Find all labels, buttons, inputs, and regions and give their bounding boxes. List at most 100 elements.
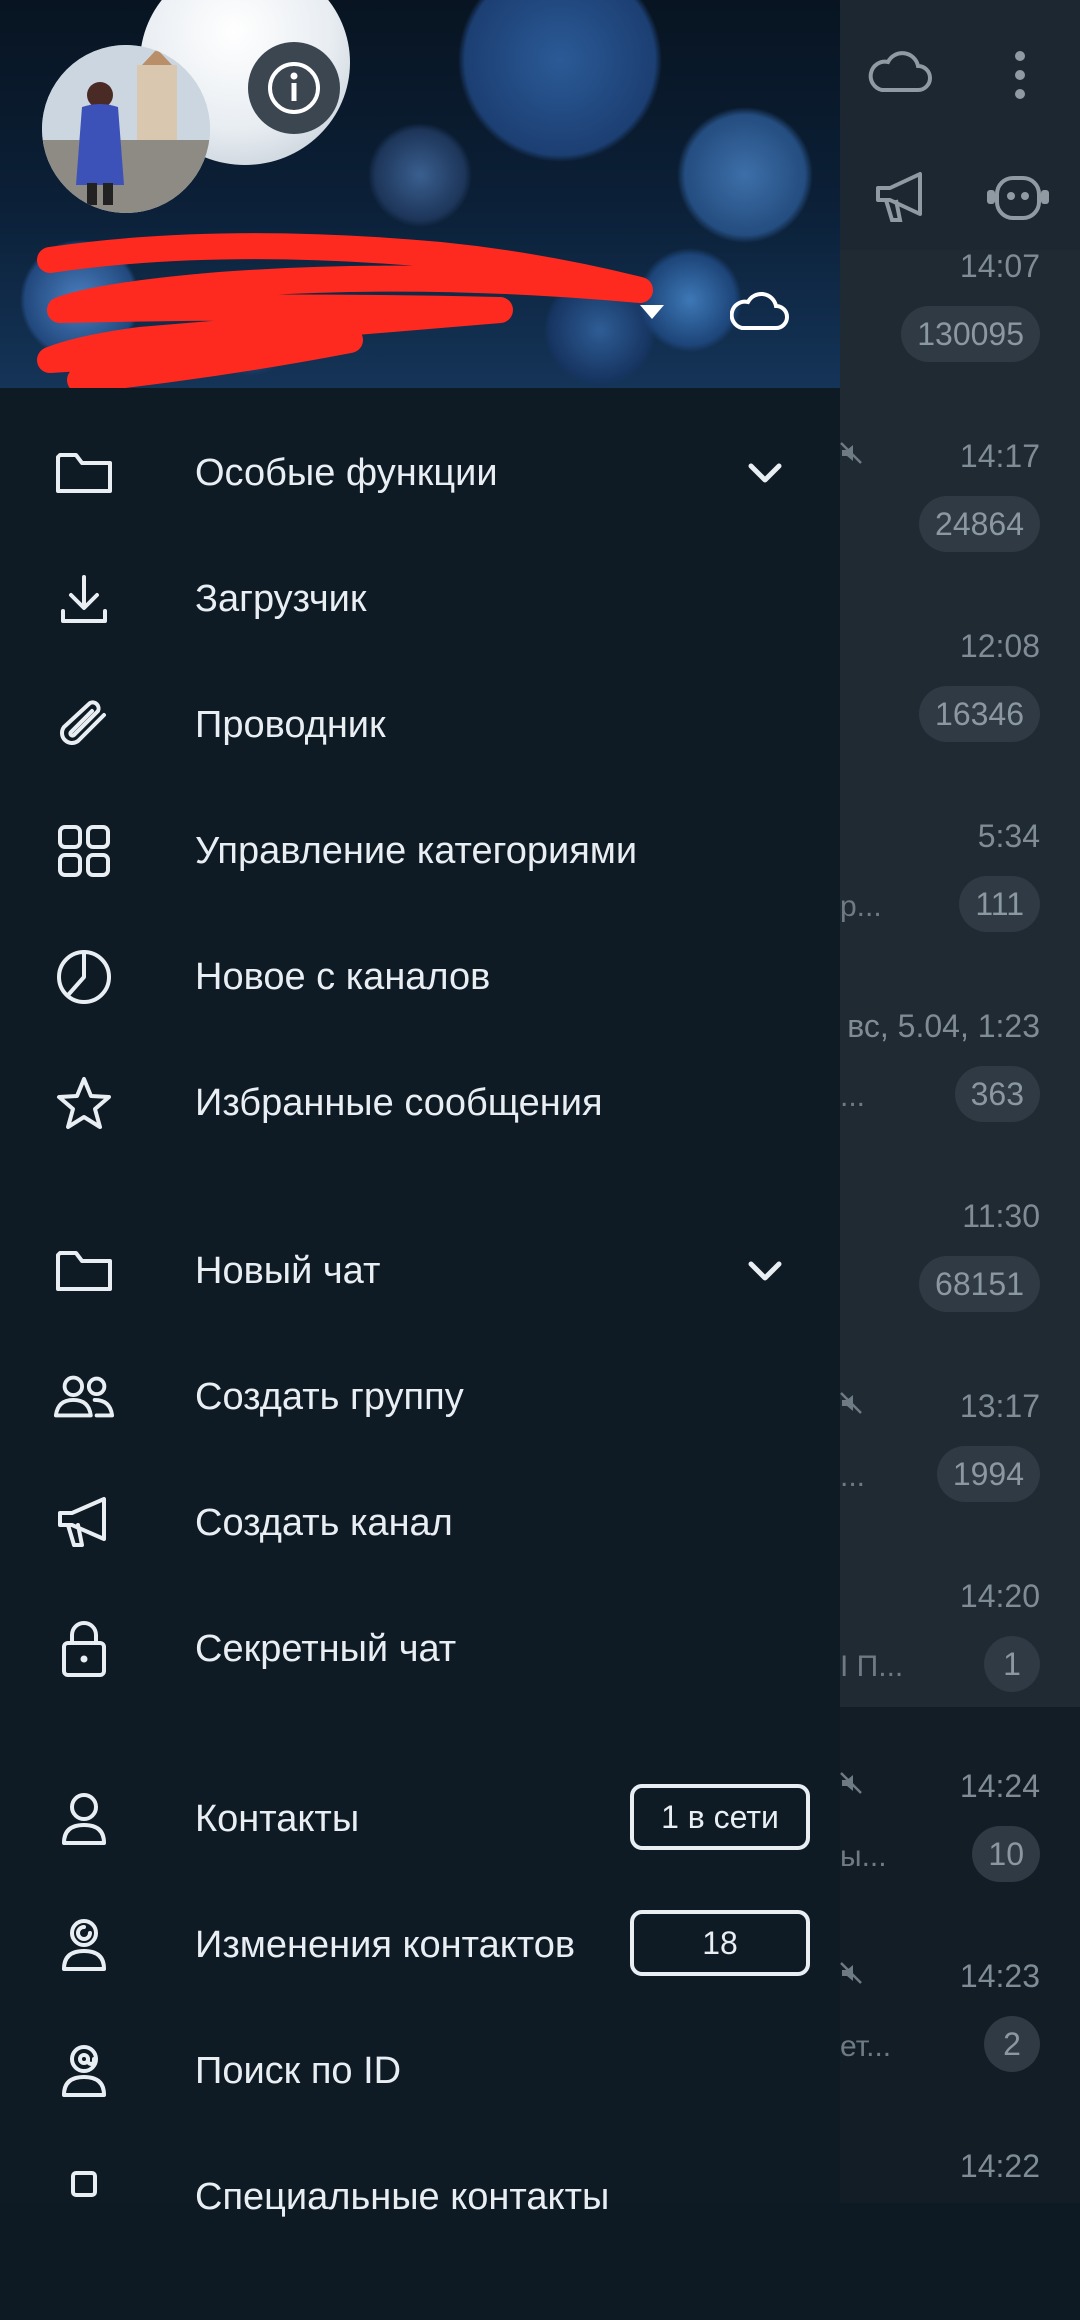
unread-badge: 111 [959, 876, 1040, 932]
chat-time: 12:08 [959, 628, 1040, 664]
menu-item-person-group3[interactable]: Контакты 1 в сети [0, 1756, 840, 1882]
menu-item-download-group1[interactable]: Загрузчик [0, 536, 840, 662]
paperclip-icon [52, 695, 116, 755]
menu-item-label: Изменения контактов [195, 1924, 576, 1966]
count-badge: 1 в сети [630, 1784, 810, 1850]
chat-time: 14:24 [959, 1768, 1040, 1804]
cloud-icon[interactable] [868, 50, 932, 98]
menu-item-label: Контакты [195, 1798, 360, 1840]
chat-time: 14:23 [959, 1958, 1040, 1994]
menu-item-grid-group1[interactable]: Управление категориями [0, 788, 840, 914]
menu-item-special-contact-group3[interactable]: Специальные контакты [0, 2134, 840, 2260]
menu-item-person-change-group3[interactable]: Изменения контактов 18 [0, 1882, 840, 2008]
group-icon [52, 1367, 116, 1427]
unread-badge: 68151 [919, 1256, 1040, 1312]
menu-item-label: Загрузчик [195, 578, 367, 620]
bot-icon[interactable] [985, 168, 1051, 226]
menu-item-lock-group2[interactable]: Секретный чат [0, 1586, 840, 1712]
unread-badge: 130095 [901, 306, 1040, 362]
lock-icon [52, 1619, 116, 1679]
menu-item-group-group2[interactable]: Создать группу [0, 1334, 840, 1460]
navigation-drawer: Особые функции Загрузчик Проводник Управлен… [0, 0, 840, 2218]
clock-icon [52, 947, 116, 1007]
menu-item-clock-group1[interactable]: Новое с каналов [0, 914, 840, 1040]
chat-row[interactable]: вс, 5.04, 1:23... 363 [840, 990, 1050, 1180]
chat-time: 13:17 [959, 1388, 1040, 1424]
chat-snippet: ы... [840, 1840, 887, 1873]
menu-item-label: Создать канал [195, 1502, 453, 1544]
chat-row[interactable]: 5:34 р... 111 [840, 800, 1050, 990]
chat-time: вс, 5.04, 1:23 [847, 1008, 1040, 1044]
menu-item-star-group1[interactable]: Избранные сообщения [0, 1040, 840, 1166]
redacted-account-name [37, 233, 653, 388]
info-button[interactable] [248, 42, 340, 134]
chat-time: 11:30 [962, 1198, 1040, 1234]
menu-item-label: Поиск по ID [195, 2050, 402, 2092]
saved-cloud-icon[interactable] [730, 290, 790, 334]
chat-time: 14:20 [959, 1578, 1040, 1614]
menu-item-person-at-group3[interactable]: Поиск по ID [0, 2008, 840, 2134]
account-switch-arrow[interactable] [640, 305, 664, 319]
muted-icon [840, 442, 862, 464]
chat-row[interactable]: 14:24 ы... 10 [840, 1750, 1050, 1940]
muted-icon [840, 1772, 862, 1794]
chat-snippet: I П... [840, 1650, 904, 1683]
chat-row[interactable]: 11:30 68151 [840, 1180, 1050, 1370]
person-icon [52, 1789, 116, 1849]
person-change-icon [52, 1915, 116, 1975]
chat-row[interactable]: 14:23 ет... 2 [840, 1940, 1050, 2130]
info-icon [268, 62, 320, 114]
unread-badge: 363 [954, 1066, 1040, 1122]
chat-row[interactable]: 14:22 [840, 2130, 1050, 2320]
folder-icon [52, 443, 116, 503]
menu-item-folder-group2[interactable]: Новый чат [0, 1208, 840, 1334]
menu-item-label: Новое с каналов [195, 956, 491, 998]
chat-time: 14:17 [959, 438, 1040, 474]
unread-badge: 16346 [919, 686, 1040, 742]
chat-row[interactable]: 13:17... 1994 [840, 1370, 1050, 1560]
chat-row[interactable]: 14:20 I П... 1 [840, 1560, 1050, 1750]
menu-item-label: Избранные сообщения [195, 1082, 603, 1124]
unread-badge: 1994 [936, 1446, 1040, 1502]
megaphone-icon[interactable] [872, 170, 932, 226]
unread-badge: 10 [972, 1826, 1040, 1882]
unread-badge: 1 [984, 1636, 1040, 1692]
chat-time: 14:22 [959, 2148, 1040, 2184]
menu-item-label: Особые функции [195, 452, 498, 494]
chat-row[interactable]: 14:07 130095 [840, 230, 1050, 420]
chevron-down-icon[interactable] [745, 1251, 785, 1291]
muted-icon [840, 1962, 862, 1984]
megaphone-icon [52, 1493, 116, 1553]
unread-badge: 2 [984, 2016, 1040, 2072]
folder-icon [52, 1241, 116, 1301]
grid-icon [52, 821, 116, 881]
more-vert-icon[interactable] [1012, 50, 1028, 100]
star-icon [52, 1073, 116, 1133]
chat-snippet: р... [840, 890, 882, 923]
menu-item-label: Проводник [195, 704, 386, 746]
drawer-header [0, 0, 840, 388]
muted-icon [840, 1392, 862, 1414]
chat-snippet: ... [840, 1460, 866, 1493]
special-contact-icon [52, 2167, 116, 2227]
chat-snippet: ... [840, 1080, 866, 1113]
menu-item-label: Управление категориями [195, 830, 638, 872]
count-badge: 18 [630, 1910, 810, 1976]
menu-item-label: Секретный чат [195, 1628, 457, 1670]
menu-item-paperclip-group1[interactable]: Проводник [0, 662, 840, 788]
menu-item-label: Новый чат [195, 1250, 381, 1292]
menu-item-label: Специальные контакты [195, 2176, 610, 2218]
chat-time: 5:34 [977, 818, 1040, 854]
chevron-down-icon[interactable] [745, 453, 785, 493]
menu-item-label: Создать группу [195, 1376, 464, 1418]
chat-snippet: ет... [840, 2030, 892, 2063]
person-at-icon [52, 2041, 116, 2101]
menu-item-folder-group1[interactable]: Особые функции [0, 410, 840, 536]
chat-row[interactable]: 12:08 16346 [840, 610, 1050, 800]
avatar[interactable] [42, 45, 210, 213]
chat-time: 14:07 [959, 248, 1040, 284]
unread-badge: 24864 [919, 496, 1040, 552]
download-icon [52, 569, 116, 629]
chat-row[interactable]: 14:17 24864 [840, 420, 1050, 610]
menu-item-megaphone-group2[interactable]: Создать канал [0, 1460, 840, 1586]
